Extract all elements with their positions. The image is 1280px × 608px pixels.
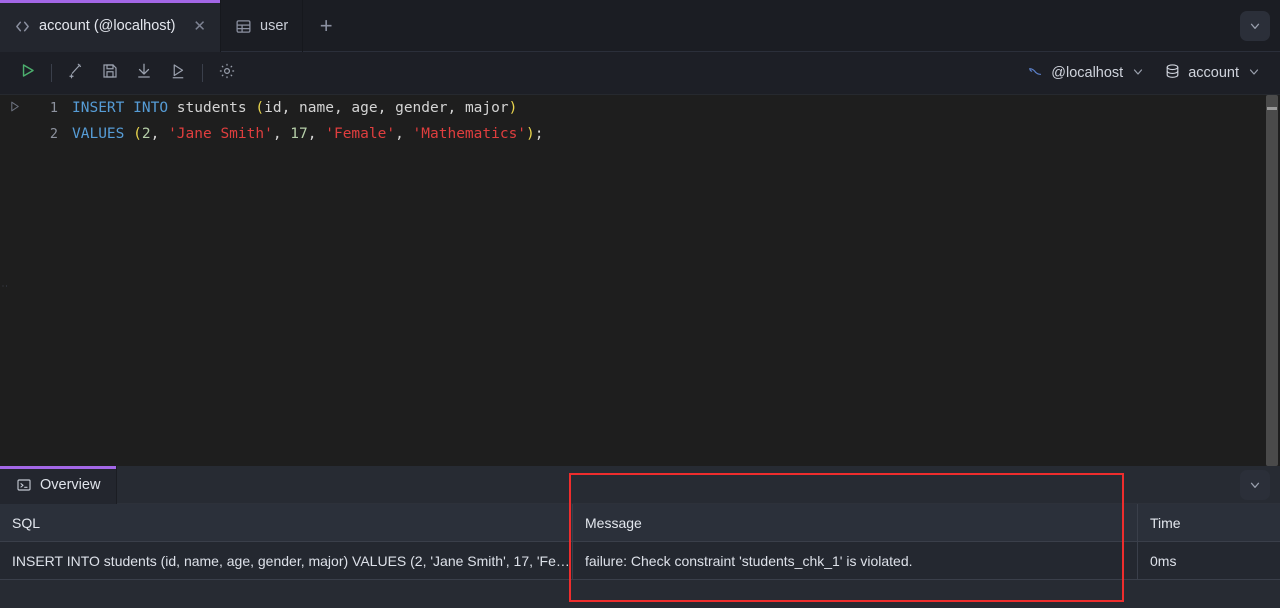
settings-button[interactable] [210, 58, 244, 88]
cell-sql[interactable]: INSERT INTO students (id, name, age, gen… [0, 542, 573, 579]
code-token: , [447, 100, 465, 116]
editor-toolbar: @localhost account [0, 52, 1280, 95]
chevron-down-icon [1248, 66, 1260, 81]
toolbar-divider [202, 64, 203, 82]
results-chevron-down-icon[interactable] [1240, 470, 1270, 500]
code-token: , [281, 100, 300, 116]
database-label: account [1188, 65, 1239, 81]
code-token: VALUES [72, 126, 125, 142]
code-line[interactable]: 2 VALUES (2, 'Jane Smith', 17, 'Female', … [0, 121, 1280, 147]
editor-scrollbar-thumb[interactable] [1266, 95, 1278, 466]
new-tab-button[interactable]: + [303, 0, 349, 52]
floppy-disk-icon [101, 62, 119, 85]
code-token: ( [255, 100, 265, 116]
code-text[interactable]: VALUES (2, 'Jane Smith', 17, 'Female', '… [72, 126, 544, 142]
code-token: students [176, 100, 247, 116]
code-token: ) [526, 126, 535, 142]
code-token: ) [508, 100, 518, 116]
code-token: 17 [290, 126, 308, 142]
results-panel: Overview SQL Message Time INSERT INTO st… [0, 466, 1280, 608]
results-grid: SQL Message Time INSERT INTO students (i… [0, 504, 1280, 608]
toolbar-divider [51, 64, 52, 82]
code-token: name [299, 100, 334, 116]
download-icon [135, 62, 153, 85]
code-text[interactable]: INSERT INTO students (id, name, age, gen… [72, 100, 517, 116]
tab-user[interactable]: user [221, 0, 304, 52]
run-selection-button[interactable] [161, 58, 195, 88]
code-token: 'Jane Smith' [168, 126, 273, 142]
cell-time[interactable]: 0ms [1138, 542, 1280, 579]
mysql-dolphin-icon [1027, 63, 1044, 84]
results-tabbar: Overview [0, 466, 1280, 504]
database-selector[interactable]: account [1154, 58, 1270, 88]
magic-wand-icon [67, 62, 85, 85]
code-token: , [377, 100, 396, 116]
code-token: INTO [133, 100, 169, 116]
table-icon [235, 18, 252, 35]
table-row[interactable]: INSERT INTO students (id, name, age, gen… [0, 542, 1280, 580]
code-token: 'Female' [325, 126, 396, 142]
code-token: , [333, 100, 352, 116]
code-token: age [351, 100, 378, 116]
gear-icon [218, 62, 236, 85]
close-icon[interactable]: ✕ [193, 19, 206, 34]
line-number: 2 [49, 126, 58, 142]
code-token: major [464, 100, 509, 116]
code-token: INSERT [72, 100, 125, 116]
editor-scrollbar-track[interactable] [1265, 95, 1280, 466]
editor-tabbar: account (@localhost) ✕ user + [0, 0, 1280, 52]
code-line[interactable]: 1 INSERT INTO students (id, name, age, ge… [0, 95, 1280, 121]
connection-selector[interactable]: @localhost [1017, 58, 1154, 88]
format-sql-button[interactable] [59, 58, 93, 88]
connection-label: @localhost [1051, 65, 1124, 81]
column-header-message[interactable]: Message [573, 504, 1138, 541]
code-tag-icon [14, 18, 31, 35]
left-panel-handle-icon[interactable]: ⋮ [0, 281, 8, 303]
save-button[interactable] [93, 58, 127, 88]
console-icon [16, 477, 32, 493]
play-underline-icon [169, 62, 187, 85]
code-token: , [272, 126, 291, 142]
tab-label: account (@localhost) [39, 18, 176, 34]
chevron-down-icon [1132, 66, 1144, 81]
tab-account-localhost[interactable]: account (@localhost) ✕ [0, 0, 221, 52]
code-token: ( [133, 126, 142, 142]
line-number: 1 [49, 100, 58, 116]
code-token: , [307, 126, 326, 142]
play-icon [18, 61, 37, 85]
download-button[interactable] [127, 58, 161, 88]
sql-client-window: account (@localhost) ✕ user + @localhost… [0, 0, 1280, 608]
code-token: , [395, 126, 413, 142]
code-token: 2 [141, 126, 151, 142]
tab-label: user [260, 18, 289, 34]
column-header-time[interactable]: Time [1138, 504, 1280, 541]
code-token: 'Mathematics' [412, 126, 527, 142]
run-query-button[interactable] [10, 58, 44, 88]
table-empty-area [0, 580, 1280, 600]
run-statement-icon[interactable] [0, 100, 28, 116]
tab-overview[interactable]: Overview [0, 466, 118, 504]
code-token: id [264, 100, 282, 116]
cell-message[interactable]: failure: Check constraint 'students_chk_… [573, 542, 1138, 579]
database-icon [1164, 63, 1181, 84]
tabbar-spacer [349, 0, 1240, 51]
sql-editor[interactable]: ⋮ 1 INSERT INTO students (id, name, age, … [0, 95, 1280, 466]
tabbar-chevron-down-icon[interactable] [1240, 11, 1270, 41]
results-tab-label: Overview [40, 477, 101, 493]
code-area[interactable]: 1 INSERT INTO students (id, name, age, ge… [0, 95, 1280, 147]
editor-scrollbar-marker [1267, 107, 1277, 110]
code-token: , [150, 126, 169, 142]
code-token: ; [534, 126, 544, 142]
table-header-row: SQL Message Time [0, 504, 1280, 542]
code-token: gender [395, 100, 448, 116]
column-header-sql[interactable]: SQL [0, 504, 573, 541]
